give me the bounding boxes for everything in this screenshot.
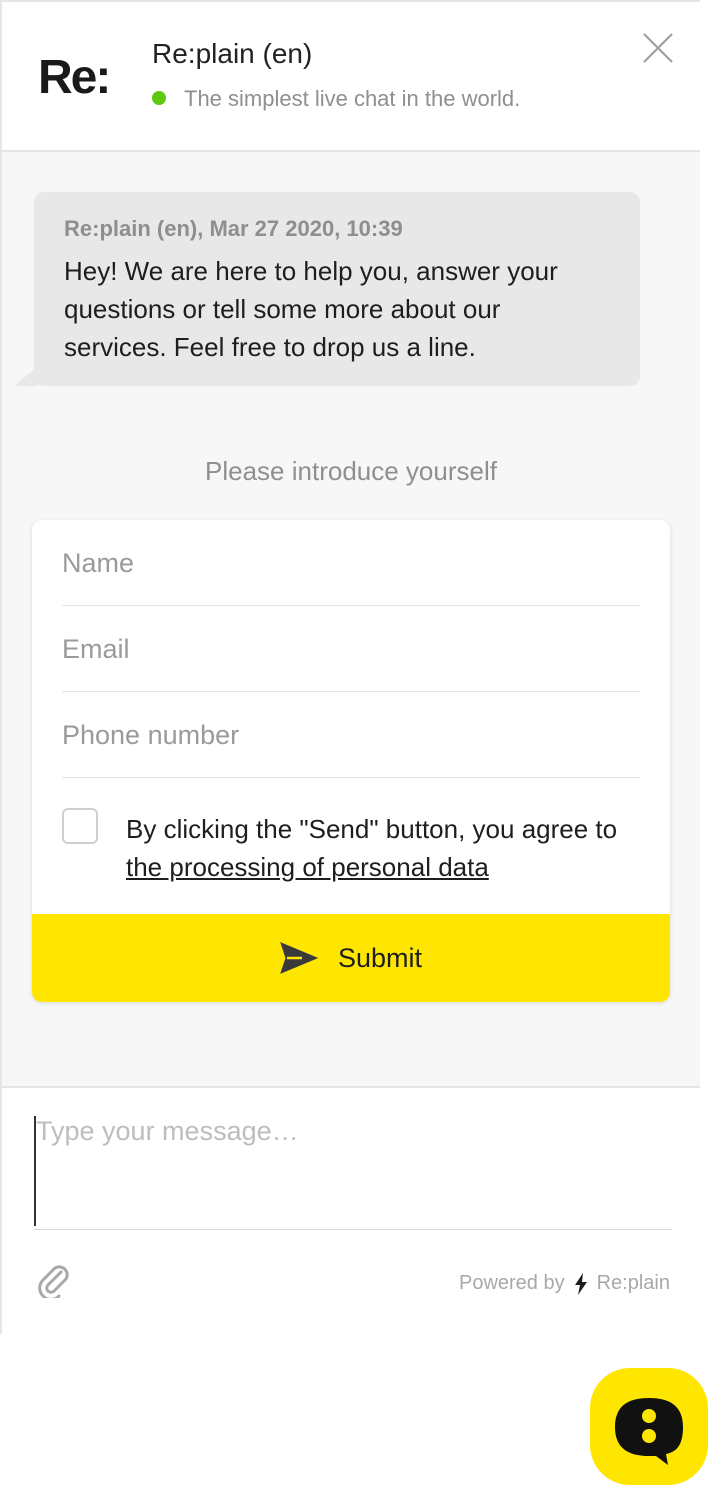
consent-checkbox[interactable] xyxy=(62,808,98,844)
phone-field[interactable] xyxy=(62,692,640,777)
name-field[interactable] xyxy=(62,520,640,605)
phone-field-wrapper xyxy=(62,692,640,778)
message-input[interactable] xyxy=(34,1116,672,1226)
personal-data-link[interactable]: the processing of personal data xyxy=(126,852,489,882)
introduce-form: By clicking the "Send" button, you agree… xyxy=(32,520,670,1002)
chat-area: Re:plain (en), Mar 27 2020, 10:39 Hey! W… xyxy=(2,152,700,1086)
consent-text: By clicking the "Send" button, you agree… xyxy=(126,810,646,886)
chat-title: Re:plain (en) xyxy=(152,38,313,69)
composer-divider xyxy=(34,1229,672,1230)
message-text: Hey! We are here to help you, answer you… xyxy=(64,256,558,362)
bolt-icon xyxy=(574,1272,587,1295)
powered-by[interactable]: Powered by Re:plain xyxy=(459,1272,670,1295)
form-intro: Please introduce yourself xyxy=(205,456,497,486)
powered-by-brand: Re:plain xyxy=(596,1272,670,1294)
powered-by-label: Powered by xyxy=(458,1272,565,1294)
name-field-wrapper xyxy=(62,520,640,606)
email-field[interactable] xyxy=(62,606,640,691)
chat-launcher-icon xyxy=(615,1398,683,1465)
chat-header: Re: Re:plain (en) The simplest live chat… xyxy=(2,2,700,152)
message-composer: Powered by Re:plain xyxy=(2,1086,700,1336)
submit-button[interactable]: Submit xyxy=(32,914,670,1002)
submit-label: Submit xyxy=(337,942,423,973)
message-meta: Re:plain (en), Mar 27 2020, 10:39 xyxy=(64,216,403,241)
close-icon[interactable] xyxy=(638,28,678,68)
send-icon xyxy=(280,942,318,974)
chat-widget: Re: Re:plain (en) The simplest live chat… xyxy=(0,0,700,1336)
online-status-indicator xyxy=(152,91,166,105)
paperclip-icon[interactable] xyxy=(34,1260,72,1298)
consent-prefix: By clicking the "Send" button, you agree… xyxy=(126,814,618,844)
replain-logo: Re: xyxy=(38,51,111,104)
chat-subtitle: The simplest live chat in the world. xyxy=(184,86,521,111)
email-field-wrapper xyxy=(62,606,640,692)
operator-message: Re:plain (en), Mar 27 2020, 10:39 Hey! W… xyxy=(34,192,640,386)
chat-launcher-button[interactable] xyxy=(590,1368,708,1485)
